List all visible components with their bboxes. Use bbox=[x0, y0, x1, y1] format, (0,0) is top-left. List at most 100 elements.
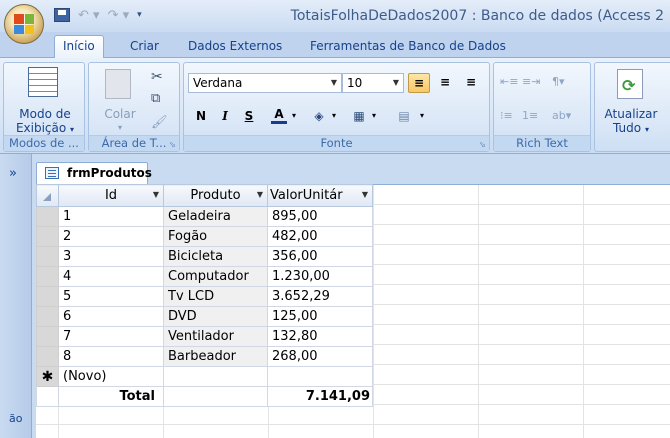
cell-id[interactable]: 8 bbox=[58, 346, 164, 367]
tab-inicio[interactable]: Início bbox=[54, 35, 104, 59]
row-selector[interactable] bbox=[36, 326, 59, 347]
row-selector[interactable] bbox=[36, 226, 59, 247]
cell-id[interactable]: 4 bbox=[58, 266, 164, 287]
clipboard-launcher-icon[interactable]: ⬂ bbox=[169, 140, 176, 149]
column-header-produto[interactable]: Produto ▼ bbox=[163, 184, 268, 207]
fill-color-dropdown-icon[interactable]: ▾ bbox=[332, 111, 336, 120]
table-row[interactable]: 2 Fogão 482,00 bbox=[36, 226, 373, 247]
numbering-icon[interactable]: 1≡ bbox=[522, 109, 538, 122]
font-launcher-icon[interactable]: ⬂ bbox=[479, 140, 486, 149]
cell-produto[interactable]: Computador bbox=[163, 266, 268, 287]
paste-dropdown-icon: ▾ bbox=[117, 123, 122, 132]
fill-color-icon[interactable]: ◈ bbox=[308, 107, 330, 127]
new-record-valor[interactable] bbox=[267, 366, 373, 387]
select-all-cell[interactable] bbox=[36, 184, 59, 207]
table-row[interactable]: 7 Ventilador 132,80 bbox=[36, 326, 373, 347]
table-row[interactable]: 4 Computador 1.230,00 bbox=[36, 266, 373, 287]
column-header-valor[interactable]: ValorUnitár ▼ bbox=[267, 184, 373, 207]
alternate-fill-icon[interactable]: ▤ bbox=[390, 107, 418, 127]
cell-produto[interactable]: Fogão bbox=[163, 226, 268, 247]
tab-criar[interactable]: Criar bbox=[122, 36, 167, 58]
customize-qat-icon[interactable]: ▾ bbox=[137, 10, 142, 20]
cell-id[interactable]: 2 bbox=[58, 226, 164, 247]
new-record-cell[interactable]: (Novo) bbox=[58, 366, 164, 387]
ribbon-tabs: Início Criar Dados Externos Ferramentas … bbox=[0, 32, 670, 59]
tab-ferramentas[interactable]: Ferramentas de Banco de Dados bbox=[302, 36, 514, 58]
cell-id[interactable]: 7 bbox=[58, 326, 164, 347]
nav-pane-toggle[interactable]: » bbox=[9, 166, 17, 181]
table-row[interactable]: 3 Bicicleta 356,00 bbox=[36, 246, 373, 267]
cell-valor[interactable]: 132,80 bbox=[267, 326, 373, 347]
cell-valor[interactable]: 125,00 bbox=[267, 306, 373, 327]
cell-valor[interactable]: 895,00 bbox=[267, 206, 373, 227]
cell-produto[interactable]: DVD bbox=[163, 306, 268, 327]
cell-valor[interactable]: 268,00 bbox=[267, 346, 373, 367]
bold-button[interactable]: N bbox=[190, 107, 212, 127]
table-row[interactable]: 1 Geladeira 895,00 bbox=[36, 206, 373, 227]
italic-button[interactable]: I bbox=[214, 107, 236, 127]
row-selector[interactable] bbox=[36, 266, 59, 287]
undo-icon[interactable]: ↶ ▾ bbox=[78, 8, 100, 23]
tab-dados-externos[interactable]: Dados Externos bbox=[180, 36, 290, 58]
align-left-icon[interactable]: ≡ bbox=[408, 73, 430, 93]
font-name-select[interactable]: Verdana ▼ bbox=[188, 73, 342, 93]
redo-icon[interactable]: ↷ ▾ bbox=[108, 8, 130, 23]
nav-pane-vertical-label: ão bbox=[9, 412, 23, 425]
refresh-all-button[interactable]: Atualizar Tudo ▾ bbox=[597, 107, 665, 137]
save-icon[interactable] bbox=[54, 8, 70, 22]
cell-produto[interactable]: Ventilador bbox=[163, 326, 268, 347]
refresh-line1: Atualizar bbox=[604, 107, 658, 121]
cell-id[interactable]: 3 bbox=[58, 246, 164, 267]
cell-id[interactable]: 5 bbox=[58, 286, 164, 307]
cell-id[interactable]: 6 bbox=[58, 306, 164, 327]
cell-valor[interactable]: 482,00 bbox=[267, 226, 373, 247]
gridlines-icon[interactable]: ▦ bbox=[348, 107, 370, 127]
format-painter-icon[interactable]: 🖌 bbox=[151, 115, 168, 130]
cell-valor[interactable]: 356,00 bbox=[267, 246, 373, 267]
highlight-icon[interactable]: ab▾ bbox=[552, 109, 571, 122]
cell-produto[interactable]: Barbeador bbox=[163, 346, 268, 367]
increase-indent-icon[interactable]: ≡⇥ bbox=[522, 75, 540, 88]
align-right-icon[interactable]: ≡ bbox=[460, 73, 482, 93]
cell-id[interactable]: 1 bbox=[58, 206, 164, 227]
gridlines-dropdown-icon[interactable]: ▾ bbox=[372, 111, 376, 120]
column-header-id[interactable]: Id ▼ bbox=[58, 184, 164, 207]
paste-button[interactable]: Colar ▾ bbox=[95, 107, 145, 135]
font-color-button[interactable]: A bbox=[268, 105, 290, 125]
row-selector[interactable] bbox=[36, 206, 59, 227]
view-button[interactable]: Modo de Exibição ▾ bbox=[6, 107, 84, 137]
total-row-selector bbox=[36, 386, 59, 407]
new-record-produto[interactable] bbox=[163, 366, 268, 387]
bullets-icon[interactable]: ⁝≡ bbox=[500, 109, 513, 122]
underline-button[interactable]: S bbox=[238, 107, 260, 127]
new-record-row[interactable]: ✱ (Novo) bbox=[36, 366, 373, 387]
table-row[interactable]: 6 DVD 125,00 bbox=[36, 306, 373, 327]
total-row: Total 7.141,09 bbox=[36, 386, 373, 407]
font-size-select[interactable]: 10 ▼ bbox=[342, 73, 404, 93]
copy-icon[interactable]: ⧉ bbox=[151, 91, 160, 106]
row-selector[interactable] bbox=[36, 346, 59, 367]
cell-produto[interactable]: Bicicleta bbox=[163, 246, 268, 267]
total-value[interactable]: 7.141,09 bbox=[267, 386, 373, 407]
alternate-fill-dropdown-icon[interactable]: ▾ bbox=[420, 111, 424, 120]
cell-valor[interactable]: 3.652,29 bbox=[267, 286, 373, 307]
group-views: Modo de Exibição ▾ Modos de ... bbox=[3, 62, 85, 152]
document-tab[interactable]: frmProdutos bbox=[36, 162, 152, 184]
text-direction-icon[interactable]: ¶▾ bbox=[552, 75, 565, 88]
document-tab-title: frmProdutos bbox=[67, 166, 152, 180]
cell-produto[interactable]: Tv LCD bbox=[163, 286, 268, 307]
row-selector[interactable] bbox=[36, 246, 59, 267]
cell-produto[interactable]: Geladeira bbox=[163, 206, 268, 227]
cell-valor[interactable]: 1.230,00 bbox=[267, 266, 373, 287]
font-color-dropdown-icon[interactable]: ▾ bbox=[292, 111, 296, 120]
cut-icon[interactable]: ✂ bbox=[151, 69, 163, 85]
table-row[interactable]: 8 Barbeador 268,00 bbox=[36, 346, 373, 367]
title-bar: ↶ ▾ ↷ ▾ ▾ TotaisFolhaDeDados2007 : Banco… bbox=[0, 0, 670, 44]
decrease-indent-icon[interactable]: ⇤≡ bbox=[500, 75, 518, 88]
row-selector[interactable] bbox=[36, 306, 59, 327]
office-button[interactable] bbox=[4, 4, 44, 44]
table-row[interactable]: 5 Tv LCD 3.652,29 bbox=[36, 286, 373, 307]
refresh-icon: ⟳ bbox=[617, 69, 643, 99]
align-center-icon[interactable]: ≡ bbox=[434, 73, 456, 93]
row-selector[interactable] bbox=[36, 286, 59, 307]
